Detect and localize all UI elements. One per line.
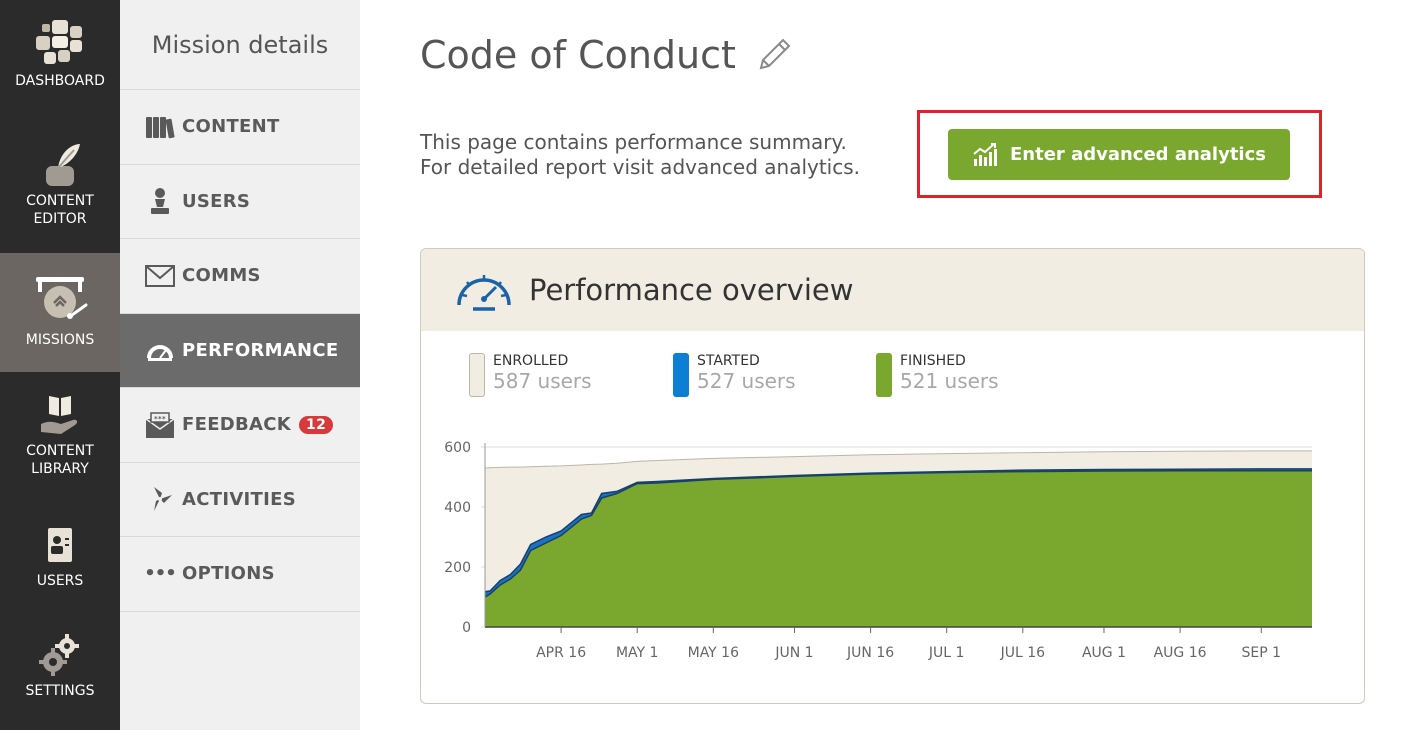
legend-enrolled: ENROLLED 587 users: [469, 353, 592, 397]
submenu-item-content[interactable]: CONTENT: [120, 90, 360, 165]
description-line-2: For detailed report visit advanced analy…: [420, 155, 861, 179]
mission-details-menu: Mission details CONTENT USERS COMMS PERF…: [120, 0, 360, 730]
started-swatch: [673, 353, 689, 397]
nav-settings-label: SETTINGS: [25, 683, 95, 699]
submenu-item-comms[interactable]: COMMS: [120, 239, 360, 314]
svg-text:***: ***: [154, 415, 166, 423]
book-hand-icon: [41, 396, 78, 434]
enrolled-swatch: [469, 353, 485, 397]
x-tick-label: JUL 1: [928, 645, 965, 661]
quill-icon: [46, 144, 80, 186]
envelope-icon: [144, 262, 176, 290]
y-tick-label: 200: [444, 560, 471, 576]
nav-content-editor[interactable]: CONTENT EDITOR: [0, 142, 120, 228]
finished-swatch: [876, 353, 892, 397]
gauge-icon: [457, 275, 511, 311]
x-tick-label: AUG 16: [1154, 645, 1207, 661]
performance-chart: 0 200 400 600 APR 16 MAY 1 MAY 16 JUN 1 JUN 16 JU…: [444, 440, 1312, 661]
nav-users[interactable]: USERS: [0, 526, 120, 590]
gong-icon: [36, 277, 88, 319]
dashboard-icon: [36, 20, 82, 64]
y-tick-label: 0: [462, 620, 471, 636]
nav-missions[interactable]: MISSIONS: [0, 253, 120, 372]
pencil-icon[interactable]: [755, 34, 795, 74]
rating-envelope-icon: ***: [144, 411, 176, 439]
x-tick-label: SEP 1: [1241, 645, 1281, 661]
page-description: This page contains performance summary. …: [420, 130, 860, 180]
submenu-item-feedback[interactable]: *** FEEDBACK 12: [120, 388, 360, 463]
submenu-item-activities[interactable]: ACTIVITIES: [120, 463, 360, 537]
submenu-item-feedback-label: FEEDBACK: [182, 414, 292, 436]
x-tick-label: APR 16: [536, 645, 586, 661]
submenu-item-content-label: CONTENT: [182, 116, 280, 138]
submenu-item-performance-label: PERFORMANCE: [182, 339, 339, 361]
pawn-icon: [144, 187, 176, 215]
panel-title: Performance overview: [529, 273, 854, 307]
x-tick-label: JUL 16: [1000, 645, 1046, 661]
x-tick-label: MAY 1: [616, 645, 658, 661]
submenu-item-options-label: OPTIONS: [182, 563, 275, 585]
submenu-item-performance[interactable]: PERFORMANCE: [120, 313, 360, 388]
enter-advanced-analytics-button[interactable]: Enter advanced analytics: [948, 129, 1290, 180]
feedback-count-badge: 12: [299, 415, 334, 434]
submenu-item-users-label: USERS: [182, 190, 251, 212]
main-nav: DASHBOARD CONTENT EDITOR MISSIONS CONTEN…: [0, 0, 120, 730]
x-tick-label: JUN 16: [846, 645, 894, 661]
gears-icon: [39, 634, 79, 676]
submenu-item-options[interactable]: ••• OPTIONS: [120, 537, 360, 612]
legend-finished: FINISHED 521 users: [876, 353, 999, 397]
nav-dashboard-label: DASHBOARD: [15, 73, 105, 89]
submenu-item-users[interactable]: USERS: [120, 165, 360, 239]
panel-header: Performance overview: [421, 249, 1364, 331]
nav-settings[interactable]: SETTINGS: [0, 632, 120, 700]
nav-content-library[interactable]: CONTENT LIBRARY: [0, 394, 120, 478]
nav-missions-label: MISSIONS: [25, 332, 95, 348]
legend-enrolled-name: ENROLLED: [493, 353, 569, 369]
legend-started-value: 527 users: [697, 369, 796, 393]
submenu-item-activities-label: ACTIVITIES: [182, 488, 296, 510]
app-root: DASHBOARD CONTENT EDITOR MISSIONS CONTEN…: [0, 0, 1425, 730]
x-tick-label: JUN 1: [774, 645, 813, 661]
legend-enrolled-value: 587 users: [493, 369, 592, 393]
nav-content-library-label: CONTENT LIBRARY: [26, 443, 94, 477]
legend-finished-value: 521 users: [900, 369, 999, 393]
legend-started-name: STARTED: [697, 353, 760, 369]
legend-started: STARTED 527 users: [673, 353, 796, 397]
submenu-item-comms-label: COMMS: [182, 265, 261, 287]
y-tick-label: 600: [444, 440, 471, 456]
advanced-analytics-label: Enter advanced analytics: [1010, 144, 1266, 165]
analytics-chart-icon: [973, 142, 997, 166]
performance-panel: Performance overview ENROLLED 587 users …: [420, 248, 1365, 704]
legend-finished-name: FINISHED: [900, 353, 966, 369]
description-line-1: This page contains performance summary.: [420, 130, 847, 154]
speedometer-icon: [144, 336, 176, 364]
nav-content-editor-label: CONTENT EDITOR: [26, 193, 94, 227]
x-tick-label: AUG 1: [1082, 645, 1126, 661]
nav-dashboard[interactable]: DASHBOARD: [0, 20, 120, 90]
pinwheel-icon: [144, 485, 176, 513]
page-title: Code of Conduct: [420, 33, 736, 77]
submenu-title: Mission details: [120, 0, 360, 90]
dots-icon: •••: [144, 563, 177, 585]
books-icon: [144, 113, 176, 141]
x-tick-label: MAY 16: [688, 645, 739, 661]
nav-users-label: USERS: [36, 573, 84, 589]
user-card-icon: [48, 528, 72, 562]
y-tick-label: 400: [444, 500, 471, 516]
